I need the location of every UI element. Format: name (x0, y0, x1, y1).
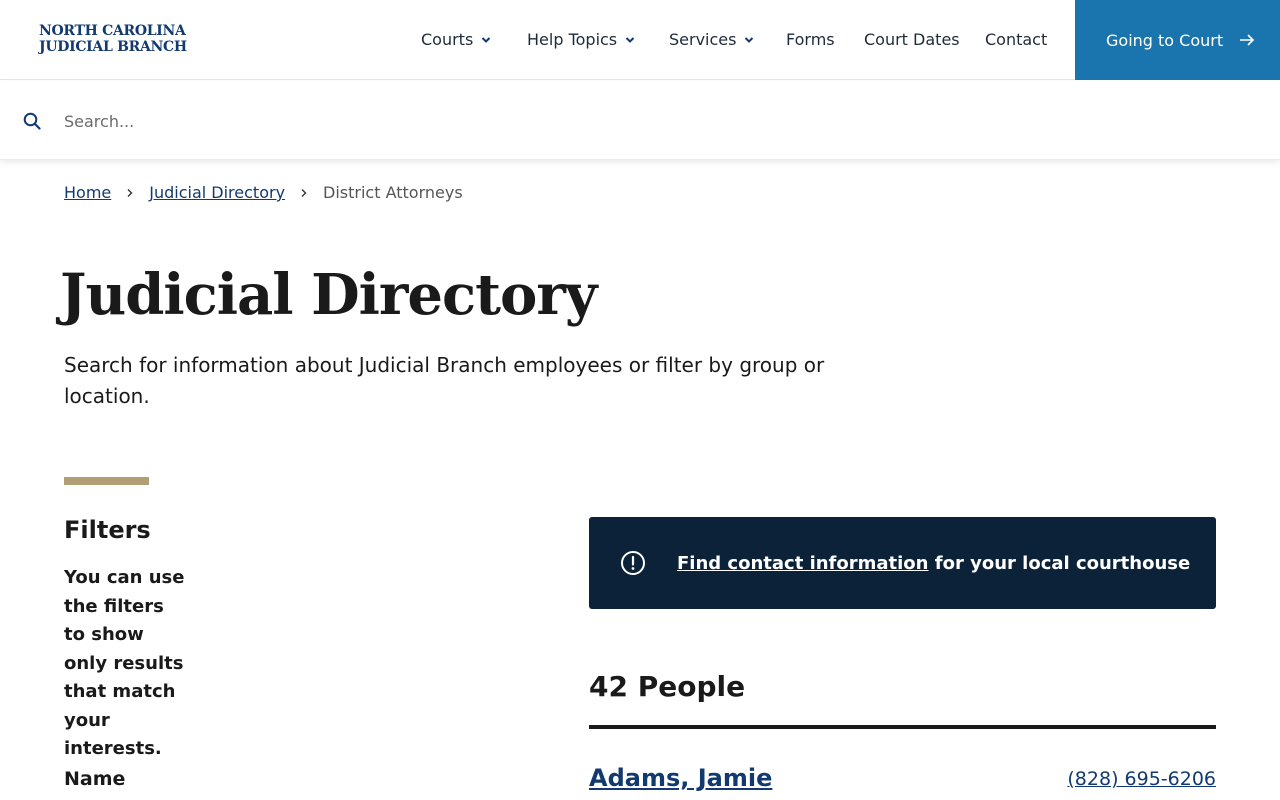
site-header: NORTH CAROLINA JUDICIAL BRANCH Courts He… (0, 0, 1280, 80)
logo-line-1: NORTH CAROLINA (39, 23, 186, 39)
breadcrumb: Home Judicial Directory District Attorne… (64, 183, 463, 202)
search-bar (0, 81, 1280, 160)
chevron-down-icon (625, 36, 635, 43)
arrow-right-icon (1240, 34, 1255, 46)
nav-court-dates[interactable]: Court Dates (864, 30, 960, 49)
going-to-court-label: Going to Court (1106, 30, 1224, 50)
breadcrumb-current: District Attorneys (323, 183, 463, 202)
page-title: Judicial Directory (60, 262, 597, 328)
chevron-down-icon (745, 36, 754, 43)
logo-line-2: JUDICIAL BRANCH (39, 39, 187, 55)
filters-title: Filters (64, 516, 151, 544)
breadcrumb-home[interactable]: Home (64, 183, 111, 202)
results-divider (589, 725, 1216, 729)
chevron-down-icon (482, 36, 491, 43)
nav-help-topics-label: Help Topics (527, 30, 618, 49)
exclamation-circle-icon (621, 551, 645, 575)
nav-courts[interactable]: Courts (421, 30, 491, 49)
courthouse-info-alert: Find contact information for your local … (589, 517, 1216, 609)
filters-description: You can use the filters to show only res… (64, 567, 185, 759)
breadcrumb-judicial-directory[interactable]: Judicial Directory (149, 183, 285, 202)
nav-forms-label: Forms (786, 30, 835, 49)
accent-divider (64, 477, 149, 485)
nav-courts-label: Courts (421, 30, 474, 49)
nav-forms[interactable]: Forms (786, 30, 835, 49)
nav-contact[interactable]: Contact (985, 30, 1047, 49)
nav-contact-label: Contact (985, 30, 1048, 49)
nav-services-label: Services (669, 30, 737, 49)
page-intro: Search for information about Judicial Br… (64, 353, 825, 408)
person-name-link[interactable]: Adams, Jamie (589, 764, 772, 792)
find-contact-info-link[interactable]: Find contact information (677, 553, 929, 574)
alert-rest-text: for your local courthouse (928, 552, 1191, 574)
chevron-right-icon (301, 188, 307, 197)
chevron-right-icon (127, 188, 133, 197)
going-to-court-button[interactable]: Going to Court (1075, 0, 1280, 80)
nav-court-dates-label: Court Dates (864, 30, 960, 49)
site-logo[interactable]: NORTH CAROLINA JUDICIAL BRANCH (39, 23, 187, 55)
search-icon[interactable] (23, 112, 41, 130)
results-count: 42 People (589, 670, 746, 703)
filter-name-label: Name (64, 768, 126, 790)
search-input[interactable] (64, 107, 1244, 135)
nav-services[interactable]: Services (669, 30, 754, 49)
alert-text: Find contact information for your local … (677, 553, 1190, 574)
nav-help-topics[interactable]: Help Topics (527, 30, 635, 49)
person-phone-link[interactable]: (828) 695-6206 (1067, 768, 1216, 790)
